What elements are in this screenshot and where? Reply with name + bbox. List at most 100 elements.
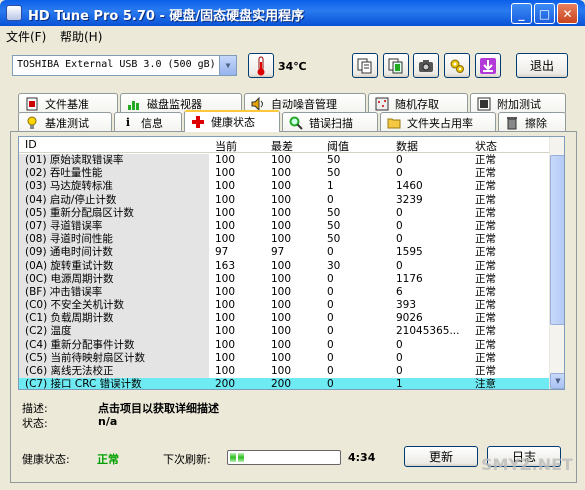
tab-info[interactable]: i 信息 <box>114 112 182 132</box>
title-bar[interactable]: HD Tune Pro 5.70 - 硬盘/固态硬盘实用程序 _ □ ✕ <box>0 0 585 26</box>
table-row[interactable]: (C0) 不安全关机计数 100 100 0 393 正常 <box>19 299 549 313</box>
col-header-worst[interactable]: 最差 <box>271 138 293 154</box>
minimize-button[interactable]: _ <box>511 3 532 24</box>
cell-worst: 100 <box>271 154 292 166</box>
table-row[interactable]: (C1) 负载周期计数 100 100 0 9026 正常 <box>19 312 549 326</box>
next-refresh-label: 下次刷新: <box>163 453 211 466</box>
options-button[interactable] <box>444 53 470 78</box>
tab-benchmark[interactable]: 基准测试 <box>18 112 112 132</box>
cell-id: (C7) 接口 CRC 错误计数 <box>25 378 142 390</box>
cell-worst: 100 <box>271 285 292 298</box>
table-row[interactable]: (03) 马达旋转标准 100 100 1 1460 正常 <box>19 180 549 194</box>
screenshot-button[interactable] <box>413 53 439 78</box>
cell-data: 1 <box>396 378 403 390</box>
col-header-status[interactable]: 状态 <box>475 138 497 154</box>
cell-threshold: 0 <box>327 193 334 206</box>
tab-extra-tests[interactable]: 附加测试 <box>470 93 566 113</box>
copy-icon <box>357 58 372 73</box>
table-row[interactable]: (C7) 接口 CRC 错误计数 200 200 0 1 注意 <box>19 378 549 390</box>
cell-status: 正常 <box>475 206 496 219</box>
cell-id: (05) 重新分配扇区计数 <box>25 206 134 219</box>
cell-data: 0 <box>396 338 403 351</box>
vertical-scrollbar[interactable]: ▼ <box>549 137 564 389</box>
tab-random-access[interactable]: 随机存取 <box>368 93 468 113</box>
table-row[interactable]: (C5) 当前待映射扇区计数 100 100 0 0 正常 <box>19 351 549 365</box>
cell-threshold: 0 <box>327 365 334 377</box>
cell-data: 0 <box>396 206 403 219</box>
col-header-id[interactable]: ID <box>25 138 37 151</box>
cell-worst: 100 <box>271 206 292 219</box>
description-label: 描述: <box>22 402 48 415</box>
table-row[interactable]: (02) 吞吐量性能 100 100 50 0 正常 <box>19 167 549 181</box>
cell-current: 97 <box>215 246 229 259</box>
tab-erase[interactable]: 擦除 <box>498 112 566 132</box>
cell-status: 正常 <box>475 154 496 166</box>
tab-file-benchmark[interactable]: 文件基准 <box>18 93 118 113</box>
exit-button[interactable]: 退出 <box>516 53 568 78</box>
table-row[interactable]: (07) 寻道错误率 100 100 50 0 正常 <box>19 219 549 234</box>
scrollbar-thumb[interactable] <box>550 155 564 325</box>
save-button[interactable] <box>475 53 501 78</box>
cell-current: 200 <box>215 378 236 390</box>
temperature-button[interactable] <box>248 53 274 78</box>
col-header-data[interactable]: 数据 <box>396 138 418 154</box>
tab-health[interactable]: 健康状态 <box>184 110 280 132</box>
cell-status: 正常 <box>475 219 496 232</box>
cell-data: 9026 <box>396 312 423 325</box>
cell-status: 正常 <box>475 299 496 312</box>
table-row[interactable]: (C2) 温度 100 100 0 21045365... 正常 <box>19 325 549 339</box>
tab-folder-usage[interactable]: 文件夹占用率 <box>380 112 496 132</box>
table-row[interactable]: (08) 寻道时间性能 100 100 50 0 正常 <box>19 233 549 247</box>
cell-current: 100 <box>215 167 236 180</box>
copy-all-button[interactable] <box>383 53 409 78</box>
cell-worst: 100 <box>271 325 292 338</box>
smart-table[interactable]: ID 当前 最差 阈值 数据 状态 (01) 原始读取错误率 100 100 50 0 正… <box>18 136 565 390</box>
cell-current: 100 <box>215 193 236 206</box>
cell-threshold: 0 <box>327 246 334 259</box>
cell-worst: 200 <box>271 378 292 390</box>
cell-id: (08) 寻道时间性能 <box>25 233 113 246</box>
speaker-icon <box>251 96 265 111</box>
tab-label: 附加测试 <box>497 97 541 111</box>
scroll-down-icon[interactable]: ▼ <box>550 373 564 389</box>
table-row[interactable]: (09) 通电时间计数 97 97 0 1595 正常 <box>19 246 549 260</box>
refresh-button[interactable]: 更新 <box>404 446 478 467</box>
table-row[interactable]: (01) 原始读取错误率 100 100 50 0 正常 <box>19 154 549 168</box>
chevron-down-icon[interactable]: ▼ <box>219 56 236 75</box>
cell-worst: 100 <box>271 180 292 193</box>
cell-threshold: 0 <box>327 338 334 351</box>
search-icon <box>289 116 303 130</box>
cell-threshold: 0 <box>327 312 334 325</box>
cell-data: 0 <box>396 365 403 377</box>
table-row[interactable]: (BF) 冲击错误率 100 100 0 6 正常 <box>19 285 549 300</box>
cell-id: (C6) 离线无法校正 <box>25 365 114 377</box>
cell-worst: 100 <box>271 219 292 232</box>
col-header-current[interactable]: 当前 <box>215 138 237 154</box>
menu-help[interactable]: 帮助(H) <box>60 28 102 45</box>
table-row[interactable]: (0A) 旋转重试计数 163 100 30 0 正常 <box>19 259 549 273</box>
tab-label: 错误扫描 <box>309 116 353 130</box>
table-row[interactable]: (05) 重新分配扇区计数 100 100 50 0 正常 <box>19 206 549 220</box>
cell-worst: 100 <box>271 193 292 206</box>
close-button[interactable]: ✕ <box>557 3 578 24</box>
options-icon <box>450 59 464 73</box>
tab-error-scan[interactable]: 错误扫描 <box>282 112 378 132</box>
maximize-button[interactable]: □ <box>534 3 555 24</box>
cell-current: 100 <box>215 312 236 325</box>
file-benchmark-icon <box>25 97 39 111</box>
table-row[interactable]: (C6) 离线无法校正 100 100 0 0 正常 <box>19 365 549 379</box>
drive-select[interactable]: TOSHIBA External USB 3.0 (500 gB) ▼ <box>12 55 237 76</box>
tab-label: 文件基准 <box>45 97 89 111</box>
cell-worst: 100 <box>271 312 292 325</box>
table-row[interactable]: (04) 启动/停止计数 100 100 0 3239 正常 <box>19 193 549 207</box>
cell-id: (C4) 重新分配事件计数 <box>25 338 135 351</box>
table-row[interactable]: (C4) 重新分配事件计数 100 100 0 0 正常 <box>19 338 549 352</box>
menu-file[interactable]: 文件(F) <box>6 28 46 45</box>
disk-monitor-icon <box>127 97 141 111</box>
table-row[interactable]: (0C) 电源周期计数 100 100 0 1176 正常 <box>19 272 549 286</box>
cell-data: 3239 <box>396 193 423 206</box>
col-header-threshold[interactable]: 阈值 <box>327 138 349 154</box>
cell-current: 100 <box>215 206 236 219</box>
copy-button[interactable] <box>352 53 378 78</box>
cell-status: 正常 <box>475 351 496 364</box>
